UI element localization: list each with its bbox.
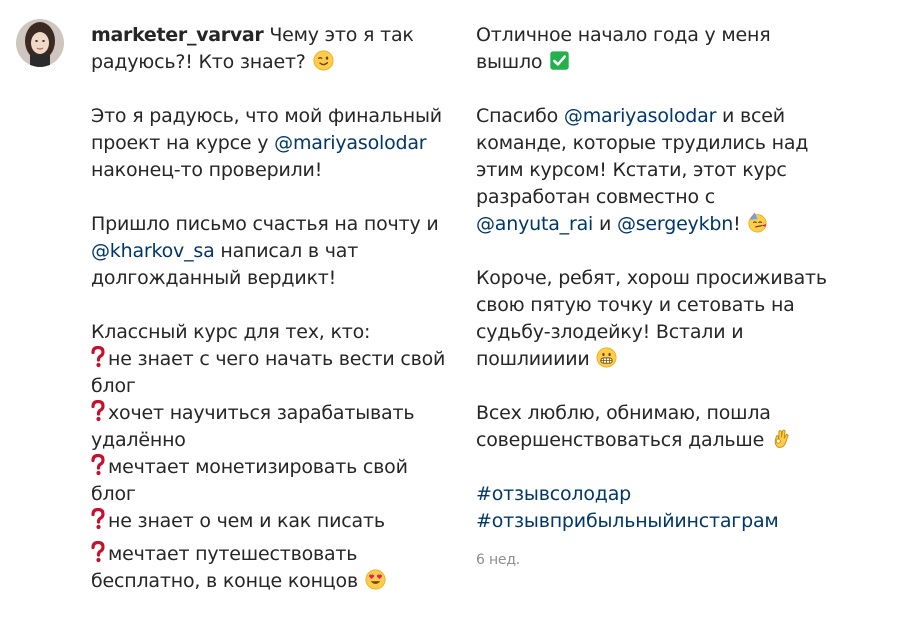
- heart-eyes-emoji-icon: [365, 569, 386, 590]
- caption-text: Отличное начало года у меня: [476, 24, 771, 46]
- caption-text: Классный курс для тех, кто:: [91, 321, 371, 343]
- mention-link-kharkov-sa[interactable]: @kharkov_sa: [91, 240, 215, 262]
- partying-face-emoji-icon: [747, 212, 768, 233]
- mention-link-sergeykbn[interactable]: @sergeykbn: [617, 213, 733, 235]
- caption-text: Спасибо: [476, 105, 564, 127]
- avatar-photo-icon: [16, 19, 64, 67]
- caption-paragraph-start: Отличное начало года у меня вышло: [476, 22, 896, 76]
- list-item-text: блог: [91, 483, 136, 505]
- caption-paragraph-letter: Пришло письмо счастья на почту и @kharko…: [91, 211, 453, 292]
- question-mark-emoji-icon: [91, 400, 105, 422]
- list-item-text: удалённо: [91, 429, 186, 451]
- list-item-text: блог: [91, 375, 136, 397]
- post-timestamp[interactable]: 6 нед.: [476, 551, 896, 569]
- caption-text: Это я радуюсь, что мой финальный: [91, 105, 442, 127]
- caption-text: судьбу-злодейку! Встали и: [476, 321, 744, 343]
- grinning-face-emoji-icon: [596, 347, 617, 368]
- caption-text: радуюсь?! Кто знает?: [91, 51, 312, 73]
- caption-text: совершенствоваться дальше: [476, 429, 770, 451]
- question-mark-emoji-icon: [91, 508, 105, 530]
- user-avatar[interactable]: [16, 19, 64, 67]
- caption-text: вышло: [476, 51, 549, 73]
- username-link[interactable]: marketer_varvar: [91, 24, 264, 46]
- caption-text: и всей: [716, 105, 785, 127]
- question-mark-emoji-icon: [91, 541, 105, 563]
- caption-text: и: [593, 213, 617, 235]
- list-item-text: не знает с чего начать вести свой: [108, 348, 446, 370]
- winking-face-emoji-icon: [313, 50, 334, 71]
- caption-text: !: [733, 213, 747, 235]
- caption-paragraph-motivation: Короче, ребят, хорош просиживать свою пя…: [476, 265, 896, 373]
- caption-paragraph-project: Это я радуюсь, что мой финальный проект …: [91, 103, 453, 184]
- list-item-text: бесплатно, в конце концов: [91, 570, 364, 592]
- caption-text: свою пятую точку и сетовать на: [476, 294, 795, 316]
- hashtag-link-otzyvsolodar[interactable]: #отзывсолодар: [476, 481, 896, 508]
- ok-hand-emoji-icon: [771, 428, 792, 449]
- caption-text: разработан совместно с: [476, 186, 715, 208]
- list-item-text: хочет научиться зарабатывать: [108, 402, 415, 424]
- caption-text: наконец-то проверили!: [91, 159, 323, 181]
- question-mark-emoji-icon: [91, 346, 105, 368]
- caption-text: Пришло письмо счастья на почту и: [91, 213, 439, 235]
- caption-right-column: Отличное начало года у меня вышло Спасиб…: [476, 22, 896, 569]
- list-item-text: мечтает монетизировать свой: [108, 456, 408, 478]
- caption-paragraph-love: Всех люблю, обнимаю, пошла совершенствов…: [476, 400, 896, 454]
- caption-text: проект на курсе у: [91, 132, 275, 154]
- caption-text: Всех люблю, обнимаю, пошла: [476, 402, 771, 424]
- list-item-text: мечтает путешествовать: [108, 543, 358, 565]
- caption-text: Короче, ребят, хорош просиживать: [476, 267, 827, 289]
- question-mark-emoji-icon: [91, 454, 105, 476]
- caption-paragraph-intro: marketer_varvar Чему это я так радуюсь?!…: [91, 22, 453, 76]
- caption-text: этим курсом! Кстати, этот курс: [476, 159, 787, 181]
- caption-text: пошлиииии: [476, 348, 596, 370]
- hashtag-link-otzyvpribylnyiinstagram[interactable]: #отзывприбыльныйинстаграм: [476, 508, 896, 535]
- caption-text: долгожданный вердикт!: [91, 267, 337, 289]
- caption-text: написал в чат: [214, 240, 359, 262]
- caption-paragraph-course-list: Классный курс для тех, кто: не знает с ч…: [91, 319, 453, 595]
- mention-link-anyuta-rai[interactable]: @anyuta_rai: [476, 213, 593, 235]
- caption-left-column: marketer_varvar Чему это я так радуюсь?!…: [91, 22, 453, 595]
- mention-link-mariyasolodar[interactable]: @mariyasolodar: [274, 132, 426, 154]
- caption-paragraph-thanks: Спасибо @mariyasolodar и всей команде, к…: [476, 103, 896, 238]
- check-mark-emoji-icon: [549, 50, 570, 71]
- caption-text: команде, которые трудились над: [476, 132, 809, 154]
- caption-hashtags: #отзывсолодар #отзывприбыльныйинстаграм: [476, 481, 896, 535]
- caption-text: Чему это я так: [263, 24, 414, 46]
- list-item-text: не знает о чем и как писать: [108, 510, 385, 532]
- mention-link-mariyasolodar[interactable]: @mariyasolodar: [564, 105, 716, 127]
